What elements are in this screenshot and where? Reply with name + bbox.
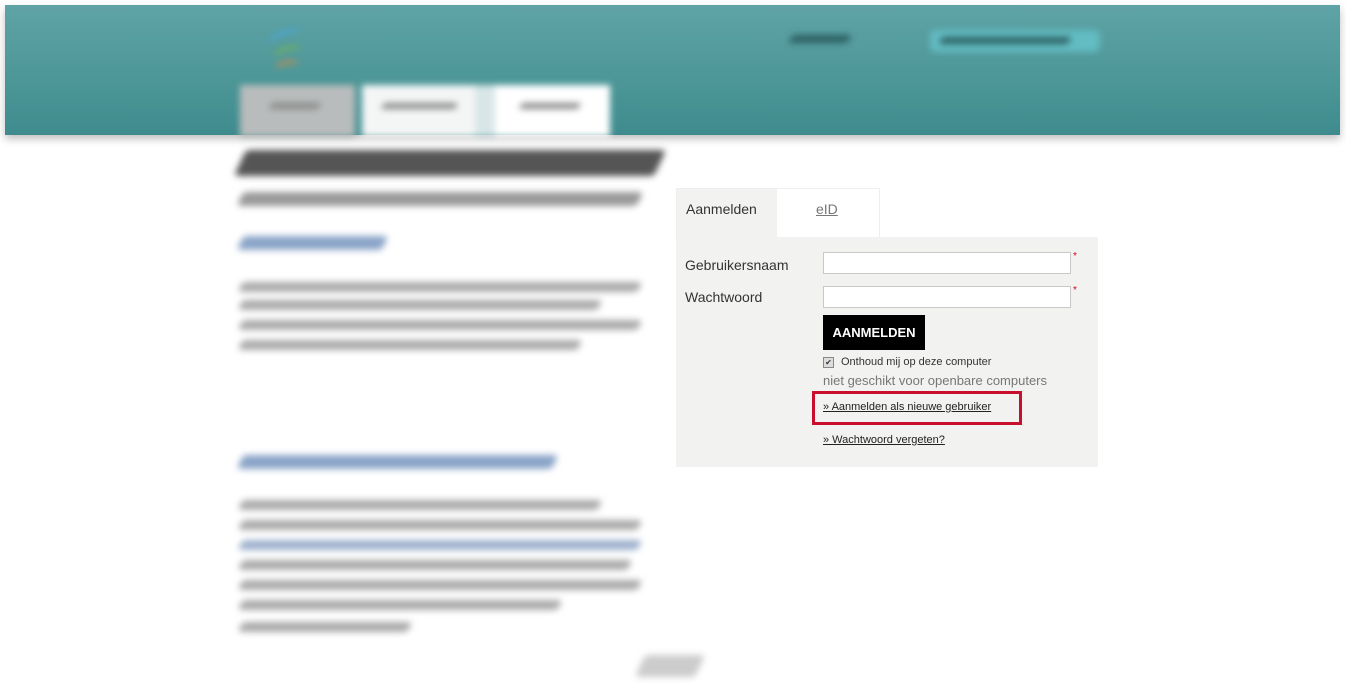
password-label: Wachtwoord: [685, 289, 763, 305]
username-field[interactable]: [823, 252, 1071, 274]
username-label: Gebruikersnaam: [685, 257, 789, 273]
main-nav-tab[interactable]: [362, 85, 477, 137]
site-header: [5, 5, 1340, 135]
login-tabs: Aanmelden eID: [676, 188, 880, 238]
tab-eid[interactable]: eID: [816, 201, 838, 217]
brand-logo[interactable]: [263, 25, 311, 75]
checkbox-checked-icon[interactable]: ✔: [823, 356, 834, 368]
login-form: Gebruikersnaam * Wachtwoord * AANMELDEN …: [676, 237, 1098, 467]
main-nav-tab[interactable]: [495, 85, 610, 137]
login-button[interactable]: AANMELDEN: [823, 315, 925, 350]
password-field[interactable]: [823, 286, 1071, 308]
main-nav-tab[interactable]: [240, 85, 355, 137]
remember-me[interactable]: ✔ Onthoud mij op deze computer: [823, 356, 991, 368]
header-nav-link[interactable]: [787, 35, 853, 43]
required-marker: *: [1073, 285, 1077, 296]
tab-aanmelden-label: Aanmelden: [686, 201, 757, 217]
remember-label: Onthoud mij op deze computer: [841, 356, 992, 368]
remember-note: niet geschikt voor openbare computers: [823, 373, 1048, 388]
required-marker: *: [1073, 251, 1077, 262]
header-blurred-content: [5, 5, 1340, 135]
highlight-box: [812, 391, 1022, 425]
nav-divider: [475, 85, 495, 137]
forgot-password-link[interactable]: » Wachtwoord vergeten?: [823, 434, 945, 446]
tab-aanmelden[interactable]: Aanmelden: [677, 189, 777, 238]
header-nav-button[interactable]: [930, 30, 1100, 52]
